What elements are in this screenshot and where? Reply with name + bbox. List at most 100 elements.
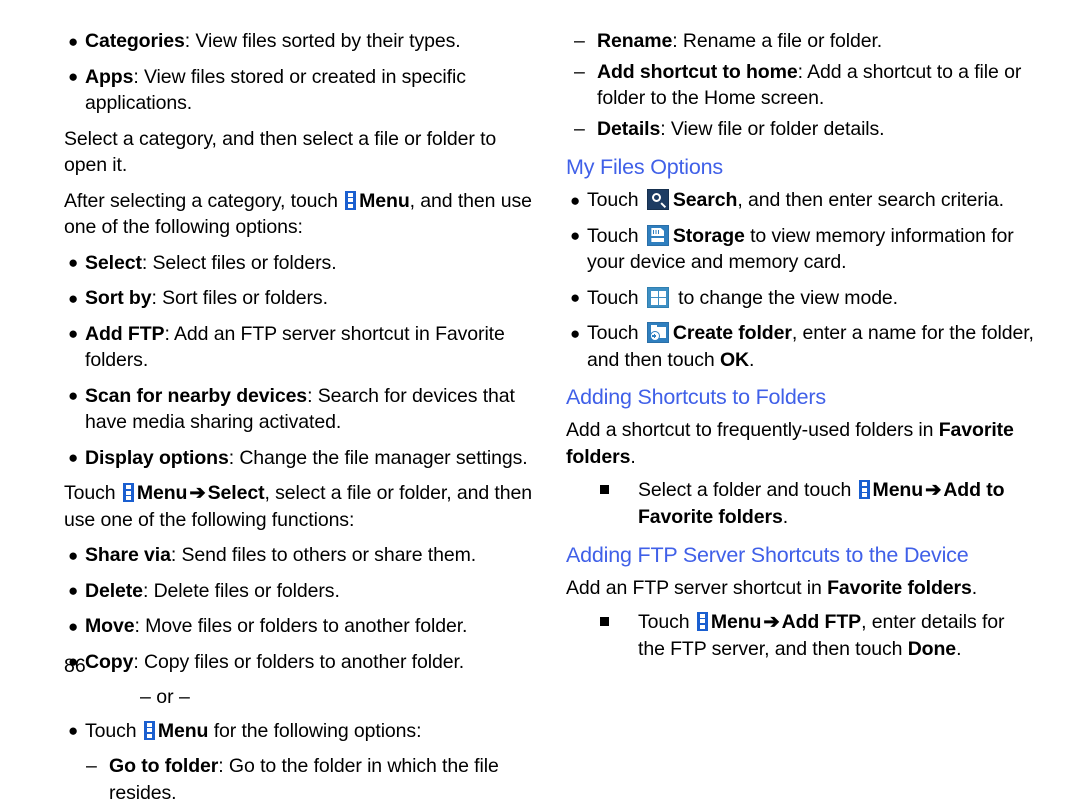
list-item: ● Touch Menu for the following options: — [64, 718, 534, 745]
text-after-icon: , and then enter search criteria. — [737, 189, 1004, 211]
bullet-dot: ● — [68, 448, 79, 467]
sub-list-item: – Add shortcut to home: Add a shortcut to… — [566, 59, 1036, 112]
manual-page: ● Categories: View files sorted by their … — [0, 0, 1080, 804]
bullet-dot: ● — [68, 545, 79, 565]
term: Go to folder — [109, 755, 219, 777]
list-item: ● Scan for nearby devices: Search for dev… — [64, 383, 534, 436]
bullet-dot: ● — [570, 226, 581, 245]
text-end: . — [782, 506, 789, 528]
menu-icon[interactable] — [696, 611, 708, 631]
list-item: ● Copy: Copy files or folders to another … — [64, 649, 534, 676]
select-label: Select — [207, 482, 265, 504]
bullet-dot: ● — [68, 288, 79, 308]
list-item: ● Delete: Delete files or folders. — [64, 578, 534, 605]
sub-list-item: – Details: View file or folder details. — [566, 116, 1036, 143]
square-bullet — [600, 485, 609, 494]
text-post: . — [971, 577, 978, 599]
bullet-dot: ● — [68, 324, 79, 343]
menu-icon[interactable] — [122, 483, 134, 502]
term: Move — [85, 615, 135, 637]
term: Rename — [597, 30, 673, 52]
text-pre: Add a shortcut to frequently-used folder… — [566, 419, 939, 441]
list-item: ● Move: Move files or folders to another … — [64, 613, 534, 640]
bullet-dot: ● — [68, 31, 79, 51]
list-item: ● Display options: Change the file manage… — [64, 445, 534, 472]
search-icon[interactable] — [646, 189, 669, 210]
term: Select — [85, 251, 142, 274]
square-bullet — [600, 616, 609, 626]
definition: : Rename a file or folder. — [672, 30, 883, 52]
definition: : View files stored or created in specif… — [85, 65, 466, 115]
text-end: . — [749, 348, 755, 371]
term: Delete — [85, 579, 143, 602]
paragraph-adding-shortcuts: Add a shortcut to frequently-used folder… — [566, 417, 1036, 470]
definition: : Move files or folders to another folde… — [134, 615, 468, 637]
definition: : View files sorted by their types. — [184, 30, 461, 52]
term: Categories — [85, 30, 185, 52]
bullet-dot: ● — [68, 253, 79, 272]
dash-marker: – — [86, 755, 97, 777]
paragraph-after-selecting: After selecting a category, touch Menu, … — [64, 188, 534, 241]
section-heading-my-files-options: My Files Options — [566, 155, 723, 179]
grid-view-icon[interactable] — [646, 286, 669, 308]
list-item: ● Add FTP: Add an FTP server shortcut in … — [64, 321, 534, 374]
ok-label: OK — [719, 348, 750, 371]
menu-icon[interactable] — [345, 190, 357, 210]
section-heading-adding-ftp: Adding FTP Server Shortcuts to the Devic… — [566, 543, 969, 567]
arrow-icon: ➔ — [763, 610, 780, 633]
arrow-icon: ➔ — [925, 479, 942, 501]
term: Sort by — [85, 287, 152, 309]
definition: : Sort files or folders. — [151, 287, 328, 309]
term: Apps — [85, 65, 134, 88]
bullet-dot: ● — [570, 323, 581, 343]
bullet-dot: ● — [68, 721, 79, 740]
text-before-icon: Select a folder and touch — [638, 479, 857, 501]
text-before-icon: Touch — [587, 224, 644, 247]
term: Scan for nearby devices — [85, 384, 308, 407]
sub-list-item: – Go to folder: Go to the folder in which… — [64, 753, 534, 806]
bullet-dot: ● — [68, 581, 79, 600]
bullet-dot: ● — [68, 616, 79, 636]
create-folder-label: Create folder — [672, 322, 792, 344]
text-after-icon: for the following options: — [208, 719, 422, 742]
definition: : View file or folder details. — [660, 117, 885, 140]
bullet-dot: ● — [68, 386, 79, 405]
menu-icon[interactable] — [143, 720, 155, 740]
arrow-icon: ➔ — [189, 482, 206, 504]
create-folder-icon[interactable] — [646, 322, 669, 343]
menu-label: Menu — [710, 610, 762, 633]
term: Details — [597, 117, 661, 140]
list-item: ● Select: Select files or folders. — [64, 250, 534, 277]
text-after: , select a file or folder, and then use … — [64, 482, 532, 531]
favorite-folders-label: Favorite folders — [827, 577, 972, 599]
paragraph-adding-ftp: Add an FTP server shortcut in Favorite f… — [566, 575, 1036, 602]
dash-marker: – — [574, 117, 585, 140]
menu-label: Menu — [157, 719, 209, 742]
done-label: Done — [907, 637, 957, 660]
list-item: ● Touch Search, and then enter search cri… — [566, 187, 1036, 214]
paragraph-touch-menu-select: Touch Menu ➔ Select, select a file or fold… — [64, 480, 534, 533]
menu-icon[interactable] — [858, 480, 870, 499]
definition: : Change the file manager settings. — [228, 446, 528, 469]
list-item: ● Touch Storage to view memory informatio… — [566, 223, 1036, 276]
text-before-icon: Touch — [85, 719, 142, 742]
text-before-icon: Touch — [587, 286, 644, 309]
list-item: ● Sort by: Sort files or folders. — [64, 285, 534, 312]
bullet-dot: ● — [570, 190, 581, 210]
text-end: . — [956, 637, 962, 660]
dash-marker: – — [574, 60, 585, 83]
sub-list-item: – Rename: Rename a file or folder. — [566, 28, 1036, 55]
bullet-dot: ● — [68, 67, 79, 86]
list-item: ● Share via: Send files to others or shar… — [64, 542, 534, 569]
dash-marker: – — [574, 30, 585, 52]
term: Add FTP — [85, 322, 165, 345]
left-column: ● Categories: View files sorted by their … — [64, 28, 534, 810]
definition: : Delete files or folders. — [142, 579, 340, 602]
search-label: Search — [672, 189, 738, 211]
storage-icon[interactable] — [646, 224, 669, 246]
list-item: ● Categories: View files sorted by their … — [64, 28, 534, 55]
text-post: . — [630, 445, 636, 468]
step-item: Select a folder and touch Menu ➔ Add to Fa… — [566, 477, 1036, 531]
text-pre: Add an FTP server shortcut in — [566, 577, 828, 599]
list-item: ● Touch to change the view mode. — [566, 285, 1036, 312]
